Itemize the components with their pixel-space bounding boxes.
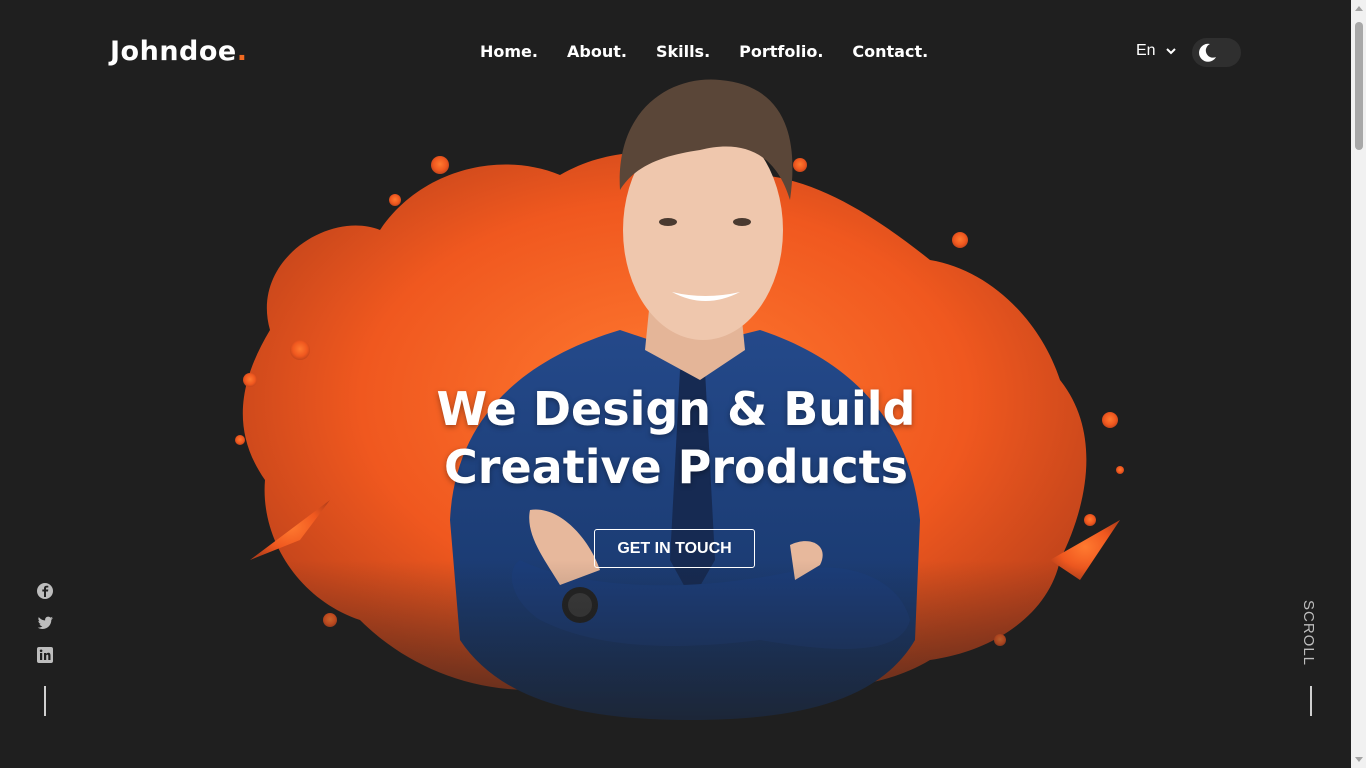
scroll-down-icon[interactable] [1355, 757, 1363, 762]
theme-toggle[interactable] [1192, 38, 1241, 67]
chevron-down-icon [1165, 47, 1176, 54]
scrollbar-thumb[interactable] [1355, 22, 1363, 150]
nav-skills[interactable]: Skills. [656, 42, 710, 61]
nav-about[interactable]: About. [567, 42, 627, 61]
nav-portfolio[interactable]: Portfolio. [739, 42, 823, 61]
moon-icon [1199, 43, 1216, 62]
brand-dot: . [236, 36, 248, 67]
headline-line-1: We Design & Build [436, 382, 916, 436]
brand-logo[interactable]: Johndoe. [110, 36, 248, 67]
scroll-divider [1310, 686, 1312, 716]
hero-headline: We Design & Build Creative Products [0, 380, 1352, 496]
get-in-touch-button[interactable]: GET IN TOUCH [594, 529, 755, 568]
twitter-icon[interactable] [36, 614, 54, 632]
social-divider [44, 686, 46, 716]
brand-name: Johndoe [110, 36, 237, 67]
linkedin-icon[interactable] [36, 646, 54, 664]
page-scrollbar[interactable] [1351, 0, 1366, 768]
main-nav: Home. About. Skills. Portfolio. Contact. [480, 42, 928, 61]
scroll-indicator-label: SCROLL [1300, 600, 1317, 667]
nav-contact[interactable]: Contact. [852, 42, 928, 61]
facebook-icon[interactable] [36, 582, 54, 600]
scroll-up-icon[interactable] [1355, 6, 1363, 11]
nav-home[interactable]: Home. [480, 42, 538, 61]
language-value: En [1136, 42, 1156, 59]
social-links [36, 582, 54, 664]
language-select[interactable]: En [1136, 42, 1176, 60]
headline-line-2: Creative Products [444, 440, 908, 494]
